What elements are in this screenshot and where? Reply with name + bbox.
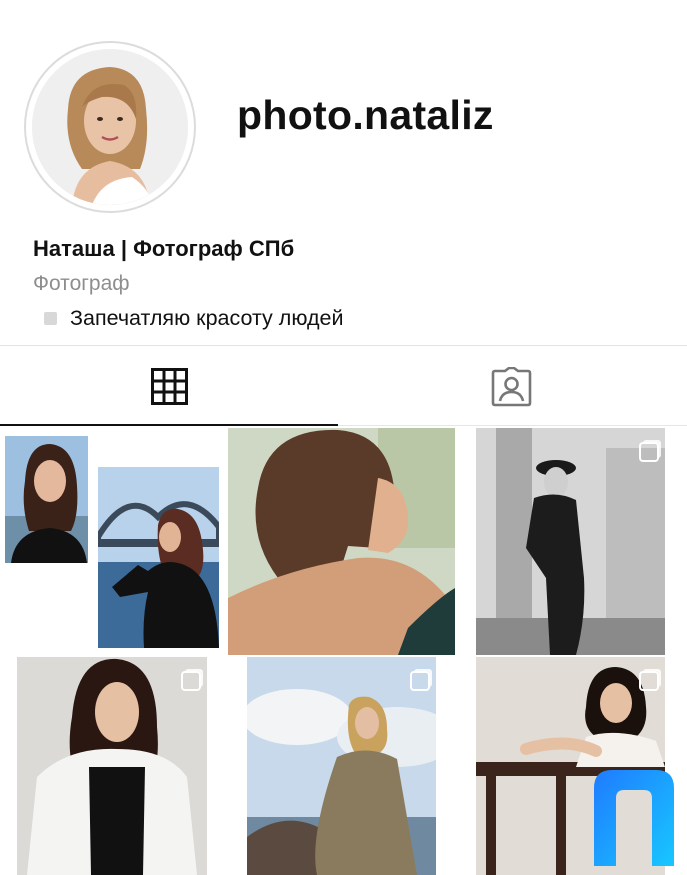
multi-photo-icon: [639, 442, 659, 462]
tagged-person-icon: [491, 367, 532, 407]
post-image: [476, 428, 665, 655]
profile-avatar-ring[interactable]: [24, 41, 196, 213]
tabs-bottom-divider: [338, 425, 687, 426]
post-image: [228, 428, 455, 655]
bio-bullet-icon: [44, 311, 57, 325]
post-thumbnail[interactable]: [98, 467, 219, 648]
multi-photo-icon: [410, 671, 430, 691]
app-logo-icon: [594, 770, 674, 866]
post-image: [247, 657, 436, 875]
profile-bio: Запечатляю красоту людей: [44, 305, 344, 331]
profile-avatar: [32, 49, 188, 205]
post-thumbnail[interactable]: [5, 436, 88, 563]
profile-category: Фотограф: [33, 272, 130, 295]
post-thumbnail[interactable]: [476, 428, 665, 655]
tab-tagged[interactable]: [340, 346, 687, 426]
multi-photo-icon: [639, 671, 659, 691]
grid-icon: [151, 368, 188, 405]
tab-grid[interactable]: [0, 346, 340, 426]
profile-username: photo.nataliz: [237, 92, 494, 138]
multi-photo-icon: [181, 671, 201, 691]
post-thumbnail[interactable]: [228, 428, 455, 655]
profile-display-name: Наташа | Фотограф СПб: [33, 236, 295, 261]
post-image: [17, 657, 207, 875]
post-thumbnail[interactable]: [17, 657, 207, 875]
profile-bio-text: Запечатляю красоту людей: [70, 305, 344, 330]
avatar-illustration: [32, 49, 188, 205]
active-tab-indicator: [0, 424, 338, 426]
post-thumbnail[interactable]: [247, 657, 436, 875]
post-image: [98, 467, 219, 648]
post-image: [5, 436, 88, 563]
